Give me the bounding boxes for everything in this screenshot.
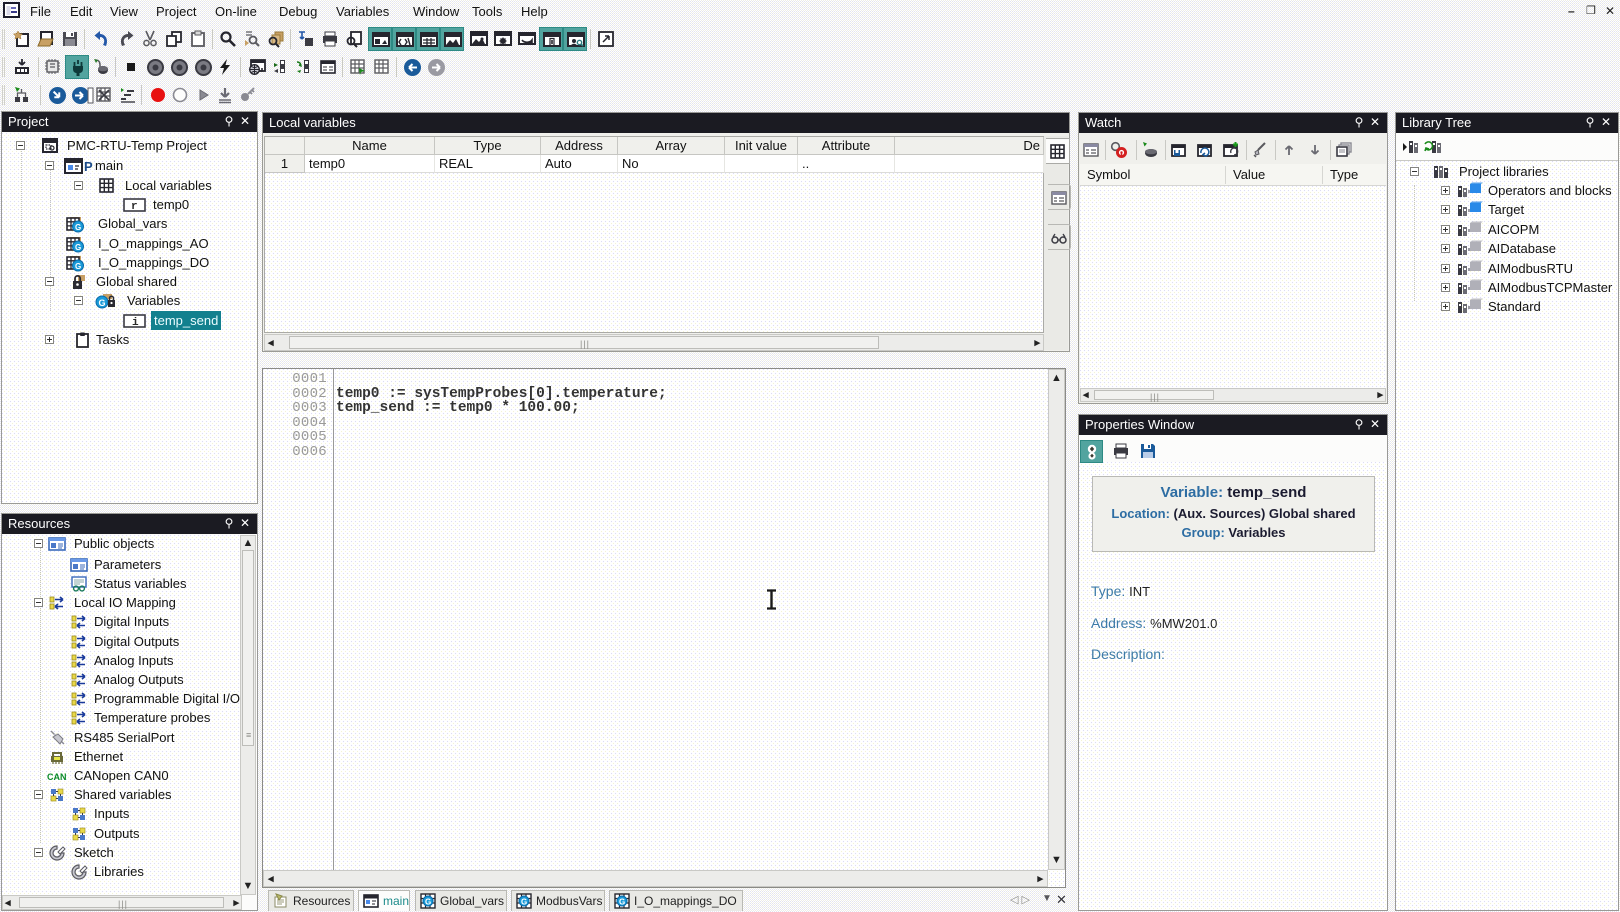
svg-text:G: G bbox=[99, 298, 106, 308]
svg-text:CAN: CAN bbox=[47, 772, 67, 782]
svg-text:G: G bbox=[75, 262, 81, 271]
svg-text:G: G bbox=[619, 898, 625, 907]
svg-text:i: i bbox=[132, 317, 139, 329]
svg-text:G: G bbox=[75, 223, 81, 232]
svg-text:G: G bbox=[521, 898, 527, 907]
svg-text:P: P bbox=[84, 159, 93, 174]
svg-text:G: G bbox=[425, 898, 431, 907]
svg-text:G: G bbox=[75, 243, 81, 252]
svg-text:r: r bbox=[131, 201, 138, 213]
